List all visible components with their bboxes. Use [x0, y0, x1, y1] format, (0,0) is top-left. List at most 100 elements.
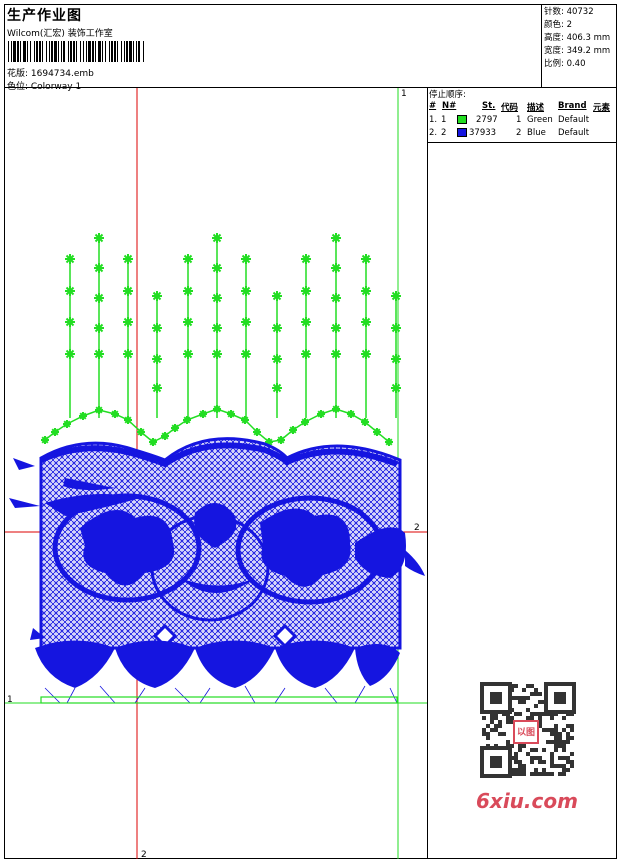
stitch-star: [277, 436, 285, 444]
stitch-star: [183, 254, 193, 264]
stitch-star: [289, 426, 297, 434]
stitch-star: [79, 412, 87, 420]
info-panel: 针数: 40732 颜色: 2 高度: 406.3 mm 宽度: 349.2 m…: [541, 4, 617, 88]
stitch-star: [332, 405, 340, 413]
stitch-star: [272, 323, 282, 333]
stitch-star: [241, 286, 251, 296]
stitch-star: [331, 263, 341, 273]
row-num: 1.: [429, 115, 438, 125]
stitch-star: [65, 254, 75, 264]
header: 生产作业图 Wilcom(汇宏) 装饰工作室 花版: 1694734.emb 色…: [5, 5, 542, 92]
stitch-star: [123, 317, 133, 327]
col-code: 代码: [501, 103, 519, 113]
watermark-site: 6xiu.com: [476, 789, 578, 813]
design-width: 宽度: 349.2 mm: [544, 46, 611, 56]
marker-right-red: 2: [414, 523, 420, 533]
stitch-star: [227, 410, 235, 418]
blue-lace: [9, 437, 425, 704]
stitch-star: [385, 438, 393, 446]
stitch-star: [51, 428, 59, 436]
row-desc: Green: [527, 115, 553, 125]
stitch-star: [94, 233, 104, 243]
color-swatch: [457, 115, 467, 124]
stitch-star: [199, 410, 207, 418]
color-count: 颜色: 2: [544, 20, 572, 30]
row-brand: Default: [558, 128, 590, 138]
stitch-star: [391, 323, 401, 333]
stitch-count: 针数: 40732: [544, 7, 594, 17]
col-element: 元素: [593, 103, 611, 113]
stitch-star: [152, 291, 162, 301]
stitch-star: [301, 418, 309, 426]
stitch-star: [361, 418, 369, 426]
stitch-star: [65, 349, 75, 359]
stitch-star: [124, 416, 132, 424]
stitch-star: [123, 286, 133, 296]
col-num: #: [429, 101, 437, 111]
stitch-star: [111, 410, 119, 418]
stitch-star: [331, 293, 341, 303]
row-stitches: 37933: [469, 128, 497, 138]
stitch-star: [171, 424, 179, 432]
marker-top-green: 1: [401, 89, 407, 99]
row-code: 2: [516, 128, 522, 138]
col-stitches: St.: [482, 101, 496, 111]
stitch-star: [361, 349, 371, 359]
stitch-star: [212, 263, 222, 273]
barcode: [8, 41, 144, 62]
stitch-star: [183, 416, 191, 424]
stitch-star: [183, 317, 193, 327]
qr-badge: 以图: [513, 720, 539, 744]
green-sprigs: [41, 233, 401, 446]
stitch-star: [241, 254, 251, 264]
stitch-star: [253, 428, 261, 436]
stitch-star: [331, 233, 341, 243]
stitch-star: [301, 286, 311, 296]
stitch-star: [152, 323, 162, 333]
stitch-star: [94, 349, 104, 359]
stitch-star: [331, 323, 341, 333]
stitch-star: [331, 349, 341, 359]
stitch-star: [137, 428, 145, 436]
stitch-star: [391, 383, 401, 393]
marker-left-green: 1: [7, 695, 13, 705]
stitch-star: [183, 349, 193, 359]
design-canvas: 1 2 1 2: [5, 88, 427, 859]
marker-bottom-red: 2: [141, 850, 147, 859]
stitch-star: [152, 383, 162, 393]
stitch-star: [161, 432, 169, 440]
row-desc: Blue: [527, 128, 546, 138]
row-brand: Default: [558, 115, 590, 125]
watermark-qr: 以图: [470, 678, 585, 788]
stitch-star: [241, 349, 251, 359]
stitch-star: [94, 263, 104, 273]
stitch-star: [94, 323, 104, 333]
row-needle: 2: [441, 128, 447, 138]
stitch-star: [301, 349, 311, 359]
design-scale: 比例: 0.40: [544, 59, 586, 69]
stitch-star: [95, 406, 103, 414]
stitch-star: [241, 416, 249, 424]
row-code: 1: [516, 115, 522, 125]
stitch-star: [241, 317, 251, 327]
stitch-star: [317, 410, 325, 418]
color-swatch: [457, 128, 467, 137]
stitch-star: [272, 291, 282, 301]
stitch-star: [183, 286, 193, 296]
row-stitches: 2797: [476, 115, 498, 125]
stitch-star: [373, 428, 381, 436]
stitch-star: [94, 293, 104, 303]
stitch-star: [212, 349, 222, 359]
stitch-star: [149, 438, 157, 446]
stop-sequence-title: 停止顺序:: [429, 90, 466, 100]
stitch-star: [212, 323, 222, 333]
stitch-star: [123, 349, 133, 359]
stitch-star: [272, 354, 282, 364]
stitch-star: [272, 383, 282, 393]
design-height: 高度: 406.3 mm: [544, 33, 611, 43]
stitch-star: [65, 317, 75, 327]
stitch-star: [301, 317, 311, 327]
stitch-star: [123, 254, 133, 264]
col-needle: N#: [442, 101, 457, 111]
stitch-star: [361, 286, 371, 296]
